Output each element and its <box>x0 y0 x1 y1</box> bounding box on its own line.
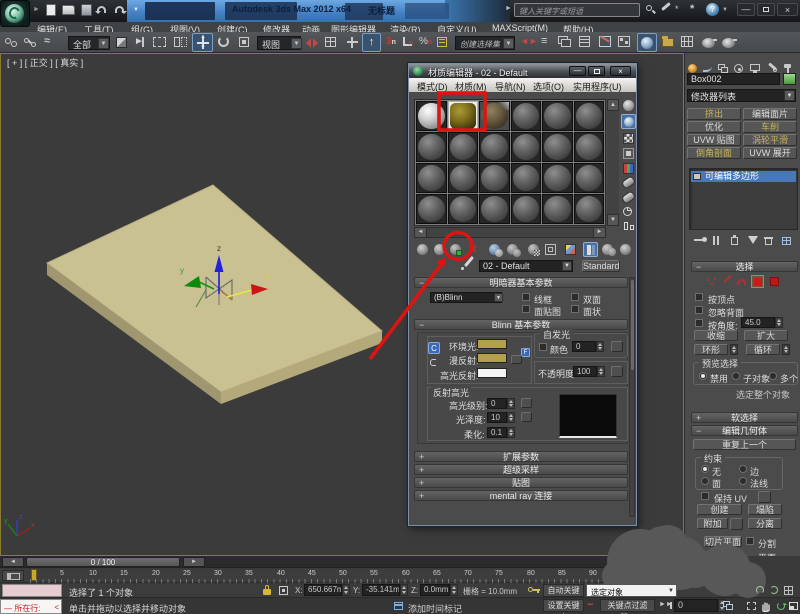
svg-text:z: z <box>19 514 23 521</box>
svg-text:x: x <box>266 272 270 281</box>
svg-text:x: x <box>31 522 35 529</box>
svg-text:y: y <box>180 266 184 275</box>
svg-text:z: z <box>217 244 221 253</box>
svg-text:y: y <box>4 518 8 525</box>
